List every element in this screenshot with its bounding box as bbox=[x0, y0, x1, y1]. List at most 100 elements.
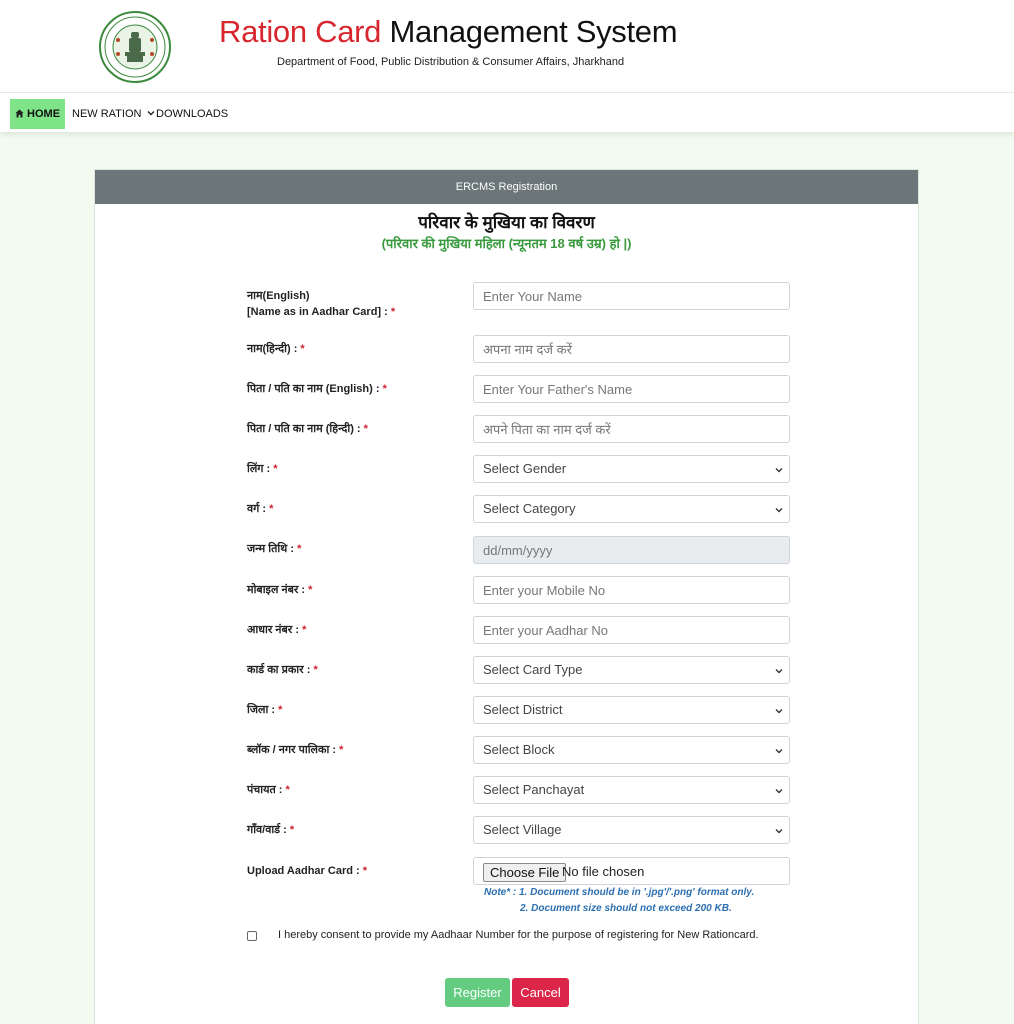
chevron-down-icon bbox=[775, 789, 783, 794]
required-mark: * bbox=[308, 584, 313, 596]
name-hi-input[interactable] bbox=[473, 335, 790, 363]
card-type-select-value: Select Card Type bbox=[483, 662, 583, 677]
form-subtitle: (परिवार की मुखिया महिला (न्यूनतम 18 वर्ष… bbox=[381, 236, 632, 251]
district-label-text: जिला : bbox=[247, 704, 276, 716]
gender-label-text: लिंग : bbox=[247, 463, 271, 475]
name-en-label-line2: [Name as in Aadhar Card] : bbox=[247, 306, 388, 318]
form-title: परिवार के मुखिया का विवरण bbox=[418, 213, 595, 232]
nav-new-ration-label: NEW RATION bbox=[72, 108, 142, 120]
panchayat-select[interactable]: Select Panchayat bbox=[473, 776, 790, 804]
village-select[interactable]: Select Village bbox=[473, 816, 790, 844]
file-status: No file chosen bbox=[562, 864, 645, 879]
panchayat-select-value: Select Panchayat bbox=[483, 782, 585, 797]
name-hi-label: नाम(हिन्दी) : * bbox=[247, 341, 305, 357]
mobile-label-text: मोबाइल नंबर : bbox=[247, 584, 306, 596]
cancel-button[interactable]: Cancel bbox=[512, 978, 569, 1007]
father-en-input[interactable] bbox=[473, 375, 790, 403]
nav-downloads[interactable]: DOWNLOADS bbox=[156, 99, 228, 129]
required-mark: * bbox=[362, 865, 368, 877]
category-select-value: Select Category bbox=[483, 501, 576, 516]
block-label-text: ब्लॉक / नगर पालिका : bbox=[247, 744, 337, 756]
gender-select-value: Select Gender bbox=[483, 461, 567, 476]
gender-label: लिंग : * bbox=[247, 461, 278, 477]
father-hi-label: पिता / पति का नाम (हिन्दी) : * bbox=[247, 421, 368, 437]
panchayat-label-text: पंचायत : bbox=[247, 784, 283, 796]
category-select[interactable]: Select Category bbox=[473, 495, 790, 523]
gender-select[interactable]: Select Gender bbox=[473, 455, 790, 483]
required-mark: * bbox=[269, 503, 274, 515]
upload-label: Upload Aadhar Card : * bbox=[247, 863, 367, 879]
nav-home[interactable]: HOME bbox=[10, 99, 65, 129]
block-select-value: Select Block bbox=[483, 742, 555, 757]
main-navbar: HOME NEW RATION DOWNLOADS bbox=[0, 92, 1014, 132]
district-select[interactable]: Select District bbox=[473, 696, 790, 724]
aadhar-file-input[interactable]: Choose File No file chosen bbox=[473, 857, 790, 885]
card-type-label: कार्ड का प्रकार : * bbox=[247, 662, 318, 678]
father-en-label-text: पिता / पति का नाम (English) : bbox=[247, 383, 380, 395]
title-rest: Management System bbox=[389, 14, 678, 49]
category-label-text: वर्ग : bbox=[247, 503, 267, 515]
title-highlight: Ration Card bbox=[219, 14, 382, 49]
chevron-down-icon bbox=[775, 829, 783, 834]
dob-input[interactable] bbox=[473, 536, 790, 564]
panchayat-label: पंचायत : * bbox=[247, 782, 290, 798]
name-en-label: नाम(English) [Name as in Aadhar Card] : … bbox=[247, 288, 395, 320]
page-title: Ration Card Management System bbox=[219, 14, 678, 50]
register-button[interactable]: Register bbox=[445, 978, 510, 1007]
choose-file-button[interactable]: Choose File bbox=[483, 863, 567, 882]
name-en-label-line1: नाम(English) bbox=[247, 290, 310, 302]
required-mark: * bbox=[390, 306, 396, 318]
category-label: वर्ग : * bbox=[247, 501, 273, 517]
father-hi-input[interactable] bbox=[473, 415, 790, 443]
department-subtitle: Department of Food, Public Distribution … bbox=[277, 56, 625, 68]
district-label: जिला : * bbox=[247, 702, 282, 718]
required-mark: * bbox=[273, 463, 278, 475]
dob-label: जन्म तिथि : * bbox=[247, 541, 301, 557]
chevron-down-icon bbox=[775, 749, 783, 754]
mobile-label: मोबाइल नंबर : * bbox=[247, 582, 312, 598]
consent-text: I hereby consent to provide my Aadhaar N… bbox=[278, 929, 759, 941]
aadhar-input[interactable] bbox=[473, 616, 790, 644]
card-type-label-text: कार्ड का प्रकार : bbox=[247, 664, 311, 676]
required-mark: * bbox=[278, 704, 283, 716]
nav-downloads-label: DOWNLOADS bbox=[156, 108, 229, 120]
card-header: ERCMS Registration bbox=[95, 170, 918, 204]
required-mark: * bbox=[313, 664, 318, 676]
required-mark: * bbox=[285, 784, 290, 796]
required-mark: * bbox=[363, 423, 368, 435]
registration-card: ERCMS Registration परिवार के मुखिया का व… bbox=[94, 169, 919, 1024]
father-en-label: पिता / पति का नाम (English) : * bbox=[247, 381, 387, 397]
nav-new-ration[interactable]: NEW RATION bbox=[72, 99, 155, 129]
required-mark: * bbox=[302, 624, 307, 636]
chevron-down-icon bbox=[147, 111, 155, 116]
name-hi-label-text: नाम(हिन्दी) : bbox=[247, 343, 298, 355]
upload-label-text: Upload Aadhar Card : bbox=[247, 865, 360, 877]
required-mark: * bbox=[339, 744, 344, 756]
site-header: Ration Card Management System Department… bbox=[0, 0, 1014, 92]
mobile-input[interactable] bbox=[473, 576, 790, 604]
nav-home-label: HOME bbox=[27, 108, 61, 120]
state-emblem-icon bbox=[99, 11, 171, 83]
aadhar-label-text: आधार नंबर : bbox=[247, 624, 300, 636]
required-mark: * bbox=[289, 824, 295, 836]
village-select-value: Select Village bbox=[483, 822, 562, 837]
village-label-text: गाँव/वार्ड : bbox=[247, 824, 287, 836]
chevron-down-icon bbox=[775, 709, 783, 714]
block-label: ब्लॉक / नगर पालिका : * bbox=[247, 742, 343, 758]
chevron-down-icon bbox=[775, 468, 783, 473]
home-icon bbox=[15, 109, 24, 118]
upload-note-line1: Note* : 1. Document should be in '.jpg'/… bbox=[484, 887, 755, 898]
required-mark: * bbox=[382, 383, 387, 395]
district-select-value: Select District bbox=[483, 702, 563, 717]
consent-checkbox[interactable] bbox=[247, 931, 257, 941]
required-mark: * bbox=[300, 343, 305, 355]
village-label: गाँव/वार्ड : * bbox=[247, 822, 294, 838]
chevron-down-icon bbox=[775, 669, 783, 674]
card-type-select[interactable]: Select Card Type bbox=[473, 656, 790, 684]
name-en-input[interactable] bbox=[473, 282, 790, 310]
required-mark: * bbox=[297, 543, 302, 555]
block-select[interactable]: Select Block bbox=[473, 736, 790, 764]
upload-note-line2: 2. Document size should not exceed 200 K… bbox=[520, 903, 732, 914]
aadhar-label: आधार नंबर : * bbox=[247, 622, 306, 638]
dob-label-text: जन्म तिथि : bbox=[247, 543, 295, 555]
